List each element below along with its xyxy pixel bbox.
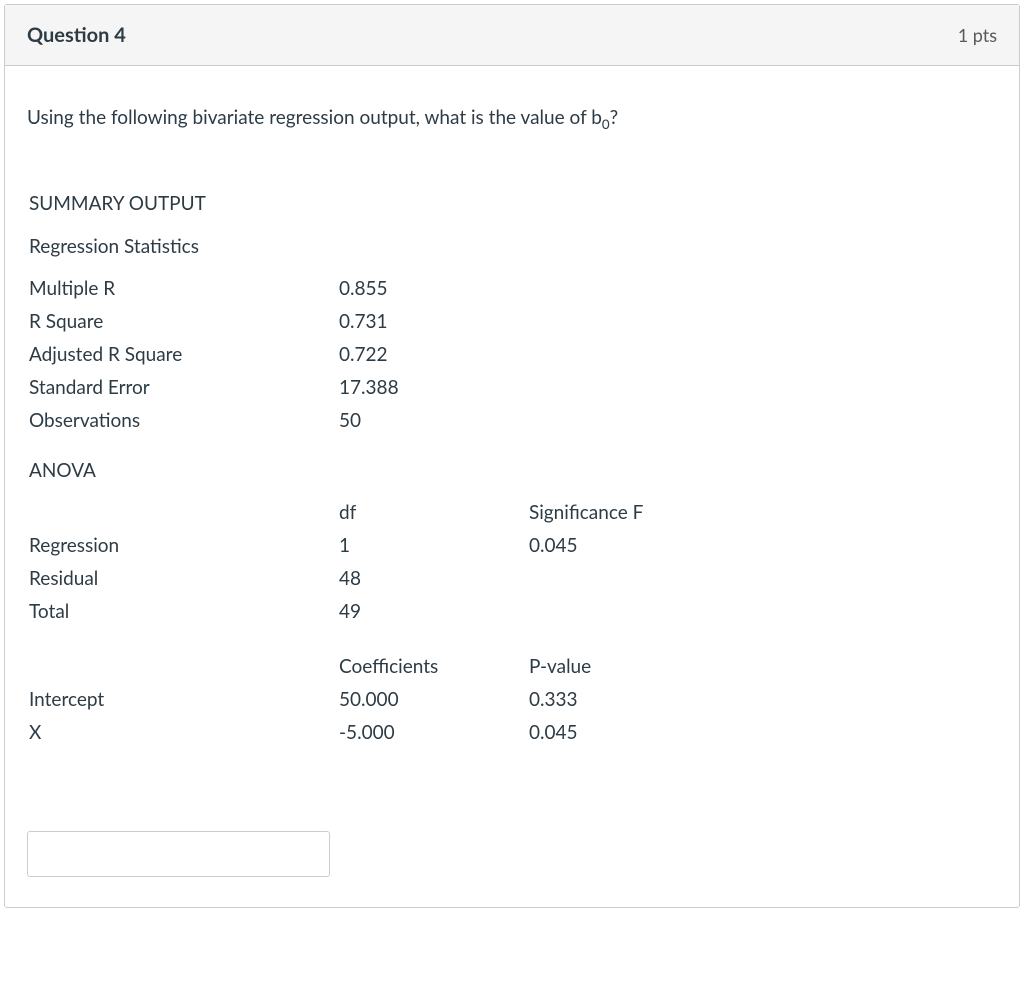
question-header: Question 4 1 pts (5, 5, 1019, 66)
prompt-subscript: 0 (602, 116, 610, 132)
question-points: 1 pts (958, 24, 997, 46)
stat-label: Adjusted R Square (29, 338, 339, 371)
coefficients-table: Coefficients P-value Intercept 50.000 0.… (29, 650, 719, 749)
answer-input[interactable] (27, 831, 330, 877)
table-row: Adjusted R Square 0.722 (29, 338, 529, 371)
stat-label: Standard Error (29, 371, 339, 404)
table-row: Intercept 50.000 0.333 (29, 683, 719, 716)
regression-statistics-table: Multiple R 0.855 R Square 0.731 Adjusted… (29, 272, 529, 437)
row-label: Total (29, 595, 339, 628)
regression-statistics-title: Regression Statistics (29, 235, 997, 258)
row-label: Regression (29, 529, 339, 562)
row-label: Intercept (29, 683, 339, 716)
table-row: Standard Error 17.388 (29, 371, 529, 404)
table-row: Regression 1 0.045 (29, 529, 719, 562)
prompt-text-before: Using the following bivariate regression… (27, 106, 602, 129)
stat-value: 17.388 (339, 371, 529, 404)
anova-title: ANOVA (29, 459, 997, 482)
table-row: X -5.000 0.045 (29, 716, 719, 749)
cell-value: 1 (339, 529, 529, 562)
table-header-row: Coefficients P-value (29, 650, 719, 683)
stat-value: 0.731 (339, 305, 529, 338)
column-header: Coefficients (339, 650, 529, 683)
cell-value: 0.045 (529, 716, 719, 749)
cell-value: -5.000 (339, 716, 529, 749)
stat-label: Observations (29, 404, 339, 437)
stat-label: Multiple R (29, 272, 339, 305)
cell-value: 0.333 (529, 683, 719, 716)
cell-value: 50.000 (339, 683, 529, 716)
question-prompt: Using the following bivariate regression… (27, 106, 997, 132)
question-card: Question 4 1 pts Using the following biv… (4, 4, 1020, 908)
question-title: Question 4 (27, 23, 126, 47)
prompt-text-after: ? (610, 106, 619, 129)
row-label: Residual (29, 562, 339, 595)
cell-value (529, 562, 719, 595)
column-header: df (339, 496, 529, 529)
question-body: Using the following bivariate regression… (5, 66, 1019, 907)
stat-label: R Square (29, 305, 339, 338)
column-header: P-value (529, 650, 719, 683)
stat-value: 50 (339, 404, 529, 437)
table-row: Total 49 (29, 595, 719, 628)
cell-value (529, 595, 719, 628)
empty-cell (29, 496, 339, 529)
anova-table: df Significance F Regression 1 0.045 Res… (29, 496, 719, 628)
empty-cell (29, 650, 339, 683)
table-row: R Square 0.731 (29, 305, 529, 338)
cell-value: 48 (339, 562, 529, 595)
row-label: X (29, 716, 339, 749)
table-row: Observations 50 (29, 404, 529, 437)
column-header: Significance F (529, 496, 719, 529)
cell-value: 0.045 (529, 529, 719, 562)
table-header-row: df Significance F (29, 496, 719, 529)
summary-output-title: SUMMARY OUTPUT (29, 192, 997, 215)
stat-value: 0.855 (339, 272, 529, 305)
regression-output: SUMMARY OUTPUT Regression Statistics Mul… (27, 192, 997, 749)
table-row: Residual 48 (29, 562, 719, 595)
cell-value: 49 (339, 595, 529, 628)
stat-value: 0.722 (339, 338, 529, 371)
table-row: Multiple R 0.855 (29, 272, 529, 305)
